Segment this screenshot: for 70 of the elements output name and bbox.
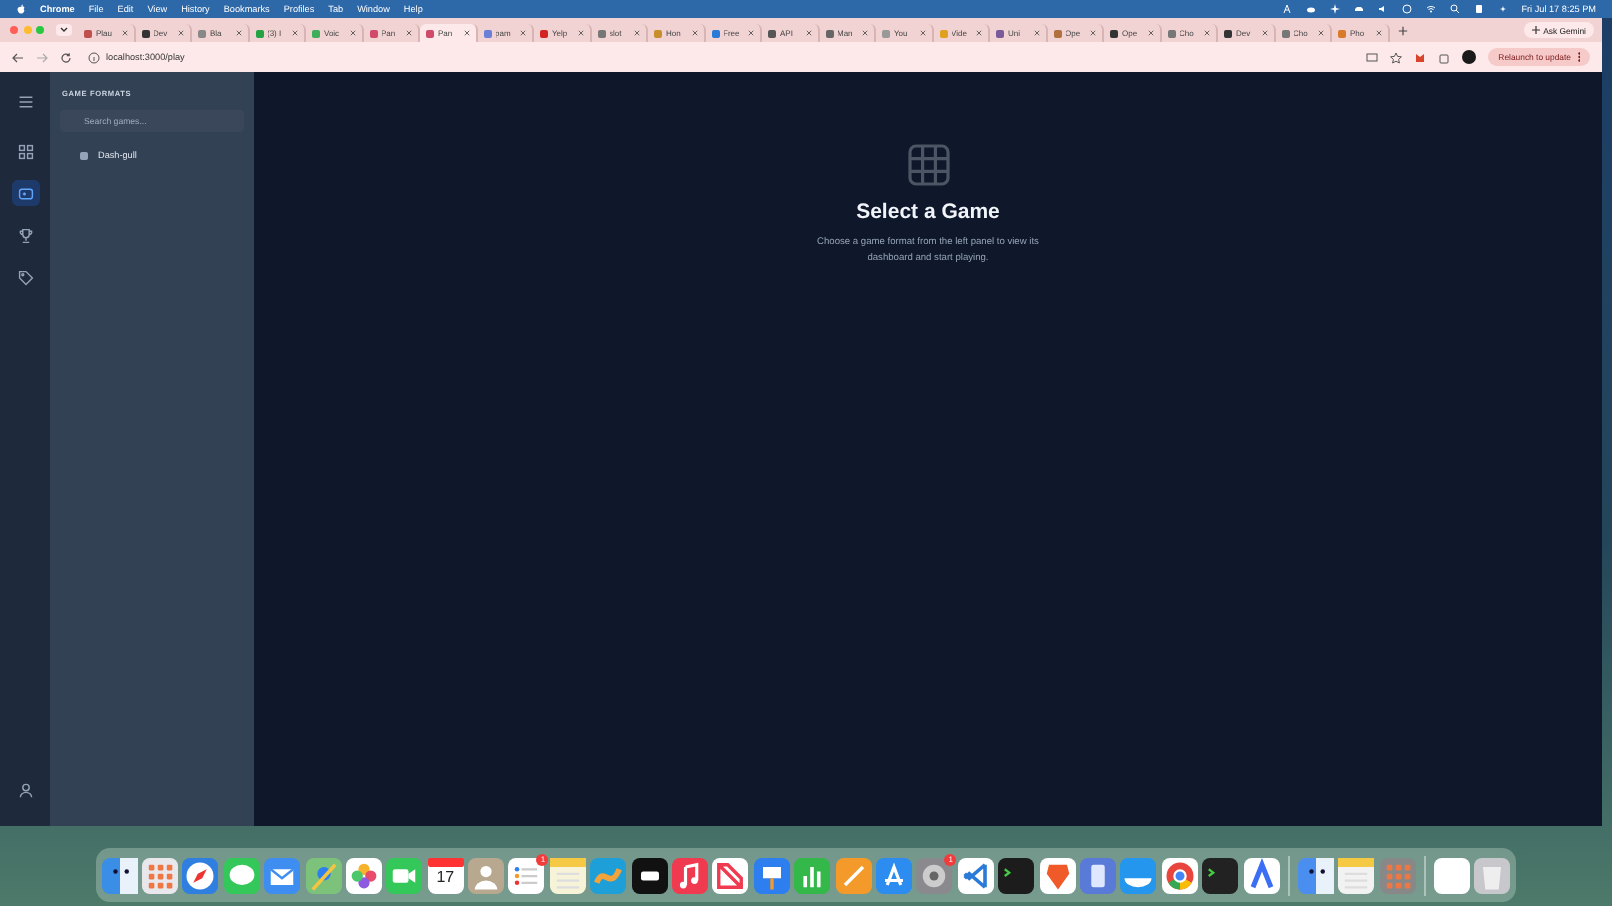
- close-icon[interactable]: [1090, 30, 1096, 36]
- close-icon[interactable]: [349, 30, 355, 36]
- search-icon[interactable]: [1449, 4, 1460, 14]
- close-icon[interactable]: [235, 30, 241, 36]
- app-store-icon[interactable]: [875, 857, 912, 893]
- tag-icon: [17, 269, 33, 285]
- code-editor-icon[interactable]: [957, 857, 994, 893]
- numbers-icon[interactable]: [794, 857, 831, 893]
- control-center-icon[interactable]: [1473, 4, 1484, 14]
- reminders-icon[interactable]: [508, 857, 545, 893]
- maps-icon[interactable]: [305, 857, 342, 893]
- launchpad-icon[interactable]: [141, 857, 178, 893]
- wifi-icon[interactable]: [1425, 4, 1436, 14]
- volume-icon[interactable]: [1377, 4, 1388, 14]
- music-icon[interactable]: [672, 857, 709, 893]
- close-icon[interactable]: [862, 30, 868, 36]
- chrome-icon[interactable]: [1161, 857, 1198, 893]
- new-tab-icon[interactable]: [1397, 25, 1407, 35]
- sparkle-icon[interactable]: [1329, 4, 1340, 14]
- close-icon[interactable]: [1261, 30, 1267, 36]
- gamepad-icon: [17, 185, 33, 201]
- trophy-icon: [17, 227, 33, 243]
- star-icon[interactable]: [1390, 51, 1403, 63]
- close-icon[interactable]: [178, 30, 184, 36]
- close-icon[interactable]: [919, 30, 925, 36]
- calendar-icon[interactable]: [427, 857, 464, 893]
- close-icon[interactable]: [976, 30, 982, 36]
- close-icon[interactable]: [1204, 30, 1210, 36]
- close-icon[interactable]: [748, 30, 754, 36]
- terminal-icon[interactable]: [998, 857, 1035, 893]
- close-icon[interactable]: [634, 30, 640, 36]
- pages-icon[interactable]: [835, 857, 872, 893]
- messages-icon[interactable]: [223, 857, 260, 893]
- notepad-icon[interactable]: [1338, 857, 1375, 893]
- close-icon[interactable]: [121, 30, 127, 36]
- close-icon[interactable]: [520, 30, 526, 36]
- apple-logo-icon[interactable]: [16, 4, 26, 14]
- safari-icon[interactable]: [182, 857, 219, 893]
- sparkle-icon[interactable]: [1497, 4, 1508, 14]
- tab-search-icon[interactable]: [56, 24, 72, 36]
- grid-icon: [907, 144, 949, 186]
- settings-icon[interactable]: [916, 857, 953, 893]
- site-info-icon[interactable]: [88, 51, 100, 63]
- close-icon[interactable]: [1147, 30, 1153, 36]
- nav-button[interactable]: [11, 180, 39, 206]
- close-icon[interactable]: [805, 30, 811, 36]
- finder-icon[interactable]: [101, 857, 138, 893]
- mail-icon[interactable]: [264, 857, 301, 893]
- dashboard-icon: [17, 143, 33, 159]
- keynote-icon[interactable]: [753, 857, 790, 893]
- document-icon[interactable]: [1434, 857, 1471, 893]
- reload-icon[interactable]: [60, 51, 72, 63]
- plus-icon: [1531, 26, 1540, 34]
- close-icon[interactable]: [1033, 30, 1039, 36]
- profile-avatar[interactable]: [1462, 50, 1477, 64]
- close-icon[interactable]: [463, 30, 469, 36]
- close-icon[interactable]: [577, 30, 583, 36]
- calendar-day: 17: [427, 867, 464, 885]
- back-icon[interactable]: [12, 51, 24, 63]
- close-icon[interactable]: [1318, 30, 1324, 36]
- close-icon[interactable]: [292, 30, 298, 36]
- photos-icon[interactable]: [345, 857, 382, 893]
- close-icon[interactable]: [406, 30, 412, 36]
- empty-state-title: Select a Game: [856, 200, 1000, 224]
- cloud-icon[interactable]: [1305, 4, 1316, 14]
- notes-icon[interactable]: [549, 857, 586, 893]
- cast-icon[interactable]: [1366, 51, 1379, 63]
- close-icon[interactable]: [1375, 30, 1381, 36]
- close-icon[interactable]: [691, 30, 697, 36]
- trash-icon[interactable]: [1474, 857, 1511, 893]
